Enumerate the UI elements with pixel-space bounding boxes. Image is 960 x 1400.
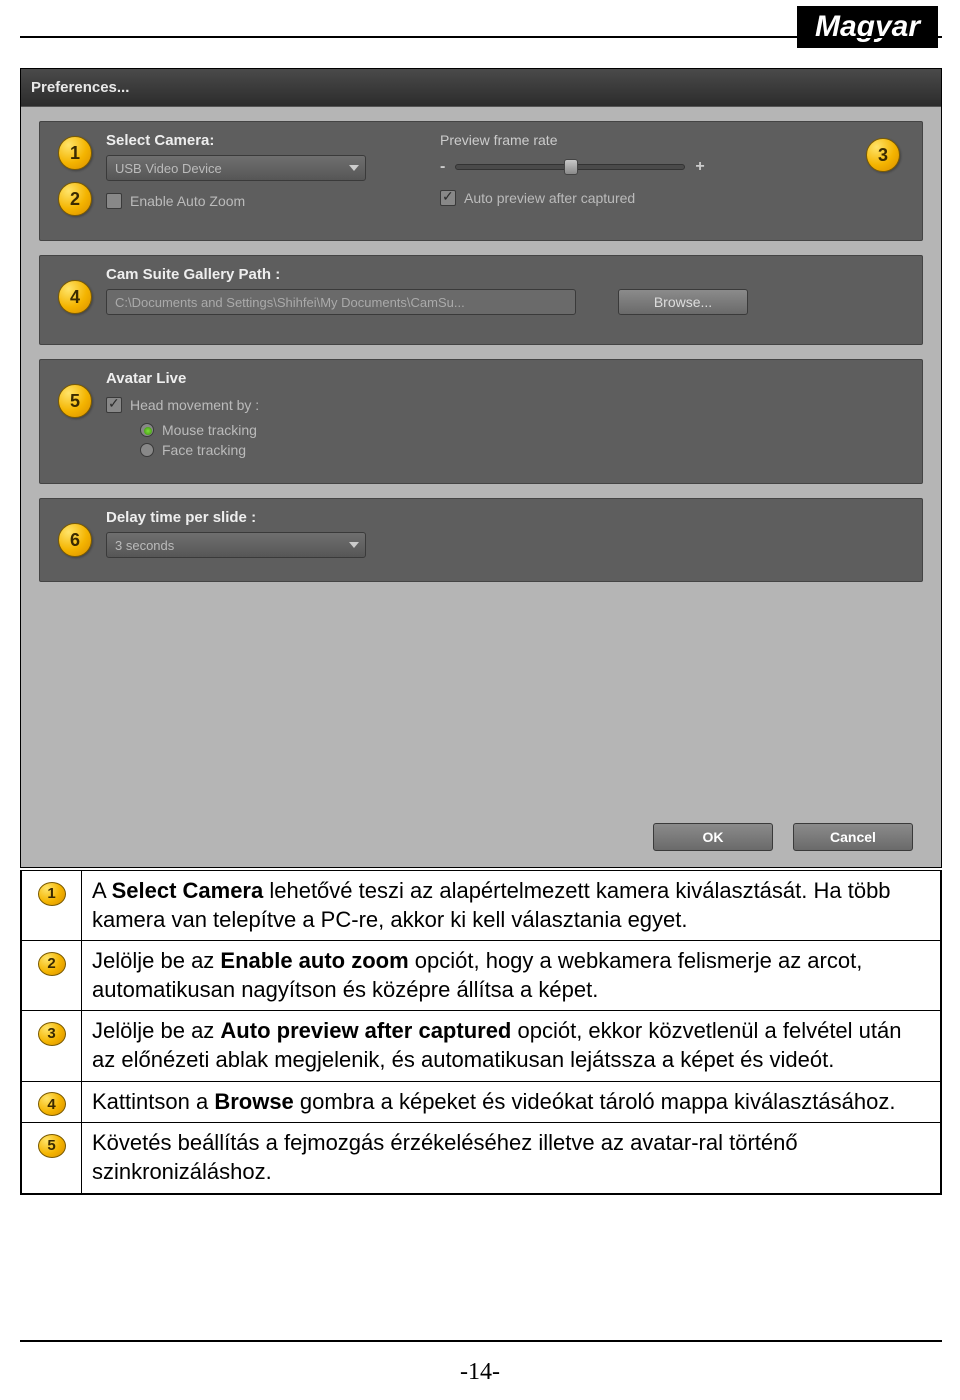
checkbox-icon — [440, 190, 456, 206]
mini-badge-5: 5 — [38, 1134, 66, 1158]
top-rule — [20, 36, 942, 38]
label-auto-preview: Auto preview after captured — [464, 190, 635, 206]
checkbox-icon — [106, 397, 122, 413]
ok-button[interactable]: OK — [653, 823, 773, 851]
mini-badge-4: 4 — [38, 1092, 66, 1116]
callout-badge-5: 5 — [58, 384, 92, 418]
callout-badge-4: 4 — [58, 280, 92, 314]
legend-text-3: Jelölje be az Auto preview after capture… — [82, 1011, 941, 1081]
preferences-window: Preferences... Select Camera: USB Video … — [20, 68, 942, 868]
delay-value: 3 seconds — [115, 538, 174, 553]
radio-face-tracking[interactable]: Face tracking — [140, 442, 908, 458]
cancel-button[interactable]: Cancel — [793, 823, 913, 851]
legend-table: 1 A Select Camera lehetővé teszi az alap… — [21, 870, 941, 1194]
gallery-path-value: C:\Documents and Settings\Shihfei\My Doc… — [115, 295, 465, 310]
checkbox-enable-auto-zoom[interactable]: Enable Auto Zoom — [106, 193, 245, 209]
table-row: 5 Követés beállítás a fejmozgás érzékelé… — [22, 1123, 941, 1193]
legend-table-wrap: 1 A Select Camera lehetővé teszi az alap… — [20, 870, 942, 1195]
language-tab: Magyar — [797, 6, 938, 48]
page-number: -14- — [0, 1359, 960, 1386]
slider-min-label: - — [440, 158, 445, 176]
callout-badge-6: 6 — [58, 523, 92, 557]
legend-text-1: A Select Camera lehetővé teszi az alapér… — [82, 871, 941, 941]
checkbox-head-movement[interactable]: Head movement by : — [106, 397, 259, 413]
label-preview-framerate: Preview frame rate — [440, 132, 842, 148]
radio-mouse-tracking[interactable]: Mouse tracking — [140, 422, 908, 438]
group-avatar-live: Avatar Live Head movement by : Mouse tra… — [39, 359, 923, 484]
table-row: 4 Kattintson a Browse gombra a képeket é… — [22, 1081, 941, 1123]
table-row: 3 Jelölje be az Auto preview after captu… — [22, 1011, 941, 1081]
table-row: 2 Jelölje be az Enable auto zoom opciót,… — [22, 941, 941, 1011]
gallery-path-field[interactable]: C:\Documents and Settings\Shihfei\My Doc… — [106, 289, 576, 315]
legend-text-2: Jelölje be az Enable auto zoom opciót, h… — [82, 941, 941, 1011]
group-delay-time: Delay time per slide : 3 seconds 6 — [39, 498, 923, 582]
slider-thumb[interactable] — [564, 159, 578, 175]
radio-icon — [140, 443, 154, 457]
label-enable-auto-zoom: Enable Auto Zoom — [130, 193, 245, 209]
checkbox-auto-preview[interactable]: Auto preview after captured — [440, 190, 635, 206]
legend-text-4: Kattintson a Browse gombra a képeket és … — [82, 1081, 941, 1123]
chevron-down-icon — [349, 165, 359, 171]
group-gallery-path: Cam Suite Gallery Path : C:\Documents an… — [39, 255, 923, 345]
delay-dropdown[interactable]: 3 seconds — [106, 532, 366, 558]
label-mouse-tracking: Mouse tracking — [162, 422, 257, 438]
label-delay-time: Delay time per slide : — [106, 509, 908, 526]
label-head-movement: Head movement by : — [130, 397, 259, 413]
checkbox-icon — [106, 193, 122, 209]
group-select-camera: Select Camera: USB Video Device Enable A… — [39, 121, 923, 241]
mini-badge-1: 1 — [38, 882, 66, 906]
radio-icon — [140, 423, 154, 437]
table-row: 1 A Select Camera lehetővé teszi az alap… — [22, 871, 941, 941]
slider-max-label: + — [695, 158, 704, 176]
label-avatar-live: Avatar Live — [106, 370, 908, 387]
callout-badge-2: 2 — [58, 182, 92, 216]
bottom-rule — [20, 1340, 942, 1342]
label-face-tracking: Face tracking — [162, 442, 246, 458]
callout-badge-3: 3 — [866, 138, 900, 172]
chevron-down-icon — [349, 542, 359, 548]
label-select-camera: Select Camera: — [106, 132, 406, 149]
framerate-slider[interactable] — [455, 164, 685, 170]
window-titlebar: Preferences... — [21, 69, 941, 107]
mini-badge-2: 2 — [38, 952, 66, 976]
mini-badge-3: 3 — [38, 1022, 66, 1046]
callout-badge-1: 1 — [58, 136, 92, 170]
label-gallery-path: Cam Suite Gallery Path : — [106, 266, 908, 283]
browse-button[interactable]: Browse... — [618, 289, 748, 315]
camera-dropdown[interactable]: USB Video Device — [106, 155, 366, 181]
camera-selected: USB Video Device — [115, 161, 222, 176]
window-title: Preferences... — [31, 79, 129, 96]
legend-text-5: Követés beállítás a fejmozgás érzékelésé… — [82, 1123, 941, 1193]
